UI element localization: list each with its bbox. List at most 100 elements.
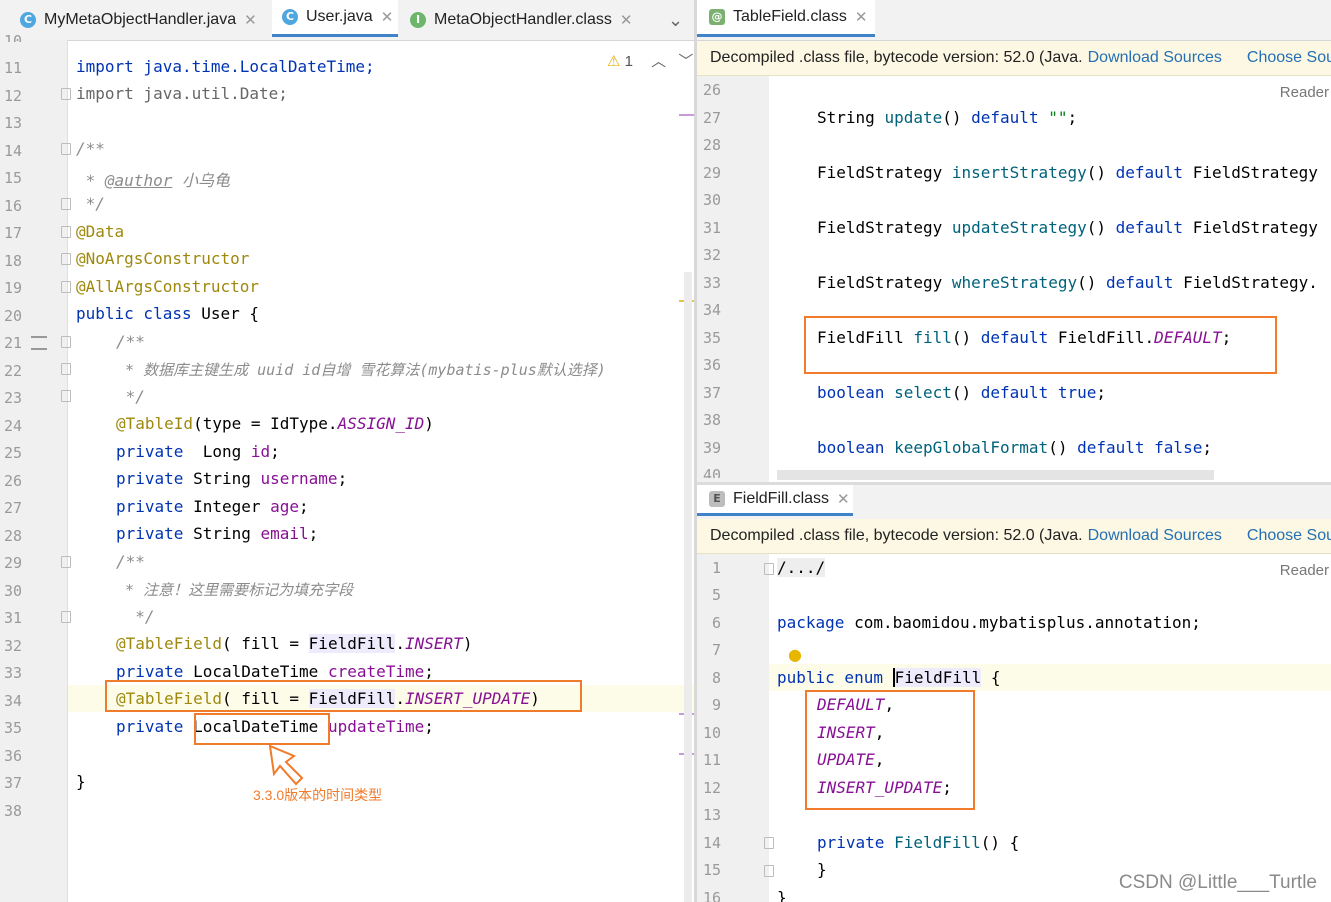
line-number: 27 bbox=[3, 499, 22, 517]
line-number: 1 bbox=[711, 559, 721, 577]
fold-marker-icon[interactable] bbox=[61, 281, 71, 293]
code-line: * 数据库主键生成 uuid id自增 雪花算法(mybatis-plus默认选… bbox=[116, 361, 606, 379]
line-number: 37 bbox=[3, 774, 22, 792]
line-number: 9 bbox=[711, 696, 721, 714]
line-number: 15 bbox=[3, 169, 22, 187]
close-icon[interactable]: ✕ bbox=[620, 11, 633, 29]
line-number: 39 bbox=[702, 439, 721, 457]
fold-marker-icon[interactable] bbox=[61, 143, 71, 155]
line-number: 36 bbox=[702, 356, 721, 374]
code-line: private String username; bbox=[116, 469, 348, 488]
code-line: private String email; bbox=[116, 524, 319, 543]
line-number: 16 bbox=[702, 889, 721, 902]
fold-marker-icon[interactable] bbox=[61, 611, 71, 623]
line-number: 17 bbox=[3, 224, 22, 242]
line-number: 37 bbox=[702, 384, 721, 402]
annotation-note: 3.3.0版本的时间类型 bbox=[253, 787, 383, 803]
tab-tablefield-class[interactable]: @ TableField.class ✕ bbox=[697, 0, 875, 37]
fold-marker-icon[interactable] bbox=[61, 336, 71, 348]
line-number: 22 bbox=[3, 361, 22, 380]
fold-marker-icon[interactable] bbox=[764, 563, 774, 575]
line-number: 14 bbox=[702, 834, 721, 852]
close-icon[interactable]: ✕ bbox=[837, 490, 850, 508]
line-number: 12 bbox=[3, 86, 22, 105]
class-c-icon: C bbox=[282, 9, 298, 25]
line-number: 26 bbox=[3, 471, 22, 490]
code-line: private LocalDateTime createTime; bbox=[116, 662, 434, 681]
close-icon[interactable]: ✕ bbox=[381, 8, 394, 26]
code-line: private Long id; bbox=[116, 442, 280, 461]
fold-marker-icon[interactable] bbox=[61, 226, 71, 238]
code-line: } bbox=[76, 772, 86, 791]
line-number: 32 bbox=[702, 246, 721, 264]
tab-fieldfill-class[interactable]: E FieldFill.class ✕ bbox=[697, 485, 853, 516]
code-line: */ bbox=[76, 194, 105, 213]
code-line: import java.time.LocalDateTime; bbox=[76, 57, 375, 76]
highlight-box-insert-update bbox=[105, 680, 582, 712]
code-line: /** bbox=[76, 139, 105, 158]
tab-mymetaobjecthandler[interactable]: C MyMetaObjectHandler.java ✕ bbox=[0, 0, 270, 40]
code-line: */ bbox=[116, 607, 155, 626]
interface-i-icon: I bbox=[410, 12, 426, 28]
decompiled-banner: Decompiled .class file, bytecode version… bbox=[697, 519, 1331, 554]
fold-marker-icon[interactable] bbox=[61, 253, 71, 265]
line-number: 20 bbox=[3, 306, 22, 325]
code-line: @Data bbox=[76, 222, 125, 241]
highlight-box-enum-values bbox=[805, 690, 975, 810]
line-number: 30 bbox=[702, 191, 721, 209]
code-line: /** bbox=[116, 552, 145, 571]
line-number: 23 bbox=[3, 389, 22, 407]
line-number: 7 bbox=[711, 641, 721, 659]
line-number: 28 bbox=[702, 136, 721, 154]
choose-sources-link[interactable]: Choose Sou bbox=[1247, 49, 1331, 67]
fold-marker-icon[interactable] bbox=[764, 837, 774, 849]
fold-marker-icon[interactable] bbox=[61, 363, 71, 375]
line-number: 19 bbox=[3, 279, 22, 297]
annotation-icon: @ bbox=[709, 9, 725, 25]
fold-marker-icon[interactable] bbox=[61, 556, 71, 568]
code-line: */ bbox=[116, 387, 145, 406]
tab-metaobjecthandler-class[interactable]: I MetaObjectHandler.class ✕ bbox=[400, 0, 650, 40]
line-number: 34 bbox=[702, 301, 721, 319]
code-line: } bbox=[817, 860, 827, 879]
line-number: 8 bbox=[711, 669, 721, 687]
line-number: 35 bbox=[702, 329, 721, 347]
line-number: 11 bbox=[702, 751, 721, 769]
line-number: 31 bbox=[3, 609, 22, 627]
code-line: public enum FieldFill { bbox=[777, 668, 1001, 687]
line-number: 12 bbox=[702, 779, 721, 797]
chevron-down-icon[interactable]: ﹀ bbox=[678, 53, 693, 70]
enum-e-icon: E bbox=[709, 491, 725, 507]
reader-mode-toggle[interactable]: Reader bbox=[1280, 84, 1329, 101]
line-number: 38 bbox=[702, 411, 721, 429]
line-number: 28 bbox=[3, 526, 22, 545]
line-number: 26 bbox=[702, 81, 721, 99]
fold-marker-icon[interactable] bbox=[61, 390, 71, 402]
left-tab-bar: C MyMetaObjectHandler.java ✕ C User.java… bbox=[0, 0, 694, 41]
warning-indicator[interactable]: ⚠ 1 ︿ ﹀ bbox=[607, 50, 693, 71]
scrollbar[interactable] bbox=[684, 272, 692, 902]
tab-overflow-chevron-icon[interactable]: ⌄ bbox=[668, 0, 683, 40]
code-line: private FieldFill() { bbox=[817, 833, 1020, 852]
folded-code[interactable]: /.../ bbox=[777, 558, 826, 577]
fold-marker-icon[interactable] bbox=[61, 198, 71, 210]
choose-sources-link[interactable]: Choose Sou bbox=[1247, 527, 1331, 545]
fold-marker-icon[interactable] bbox=[764, 865, 774, 877]
reader-mode-toggle[interactable]: Reader bbox=[1280, 562, 1329, 579]
close-icon[interactable]: ✕ bbox=[244, 11, 257, 29]
highlight-box-fill-default bbox=[804, 316, 1277, 374]
code-line: public class User { bbox=[76, 304, 260, 323]
lightbulb-icon[interactable]: ● bbox=[788, 645, 802, 664]
tab-user-java[interactable]: C User.java ✕ bbox=[272, 0, 398, 37]
chevron-up-icon[interactable]: ︿ bbox=[651, 53, 666, 70]
line-number: 16 bbox=[3, 196, 22, 215]
download-sources-link[interactable]: Download Sources bbox=[1088, 49, 1222, 67]
download-sources-link[interactable]: Download Sources bbox=[1088, 527, 1222, 545]
code-line: } bbox=[777, 888, 787, 902]
horizontal-scrollbar[interactable] bbox=[777, 470, 1214, 480]
fold-marker-icon[interactable] bbox=[61, 88, 71, 100]
line-number: 10 bbox=[702, 724, 721, 742]
close-icon[interactable]: ✕ bbox=[855, 8, 868, 26]
line-number: 27 bbox=[702, 109, 721, 127]
code-line: FieldStrategy insertStrategy() default F… bbox=[817, 163, 1318, 182]
